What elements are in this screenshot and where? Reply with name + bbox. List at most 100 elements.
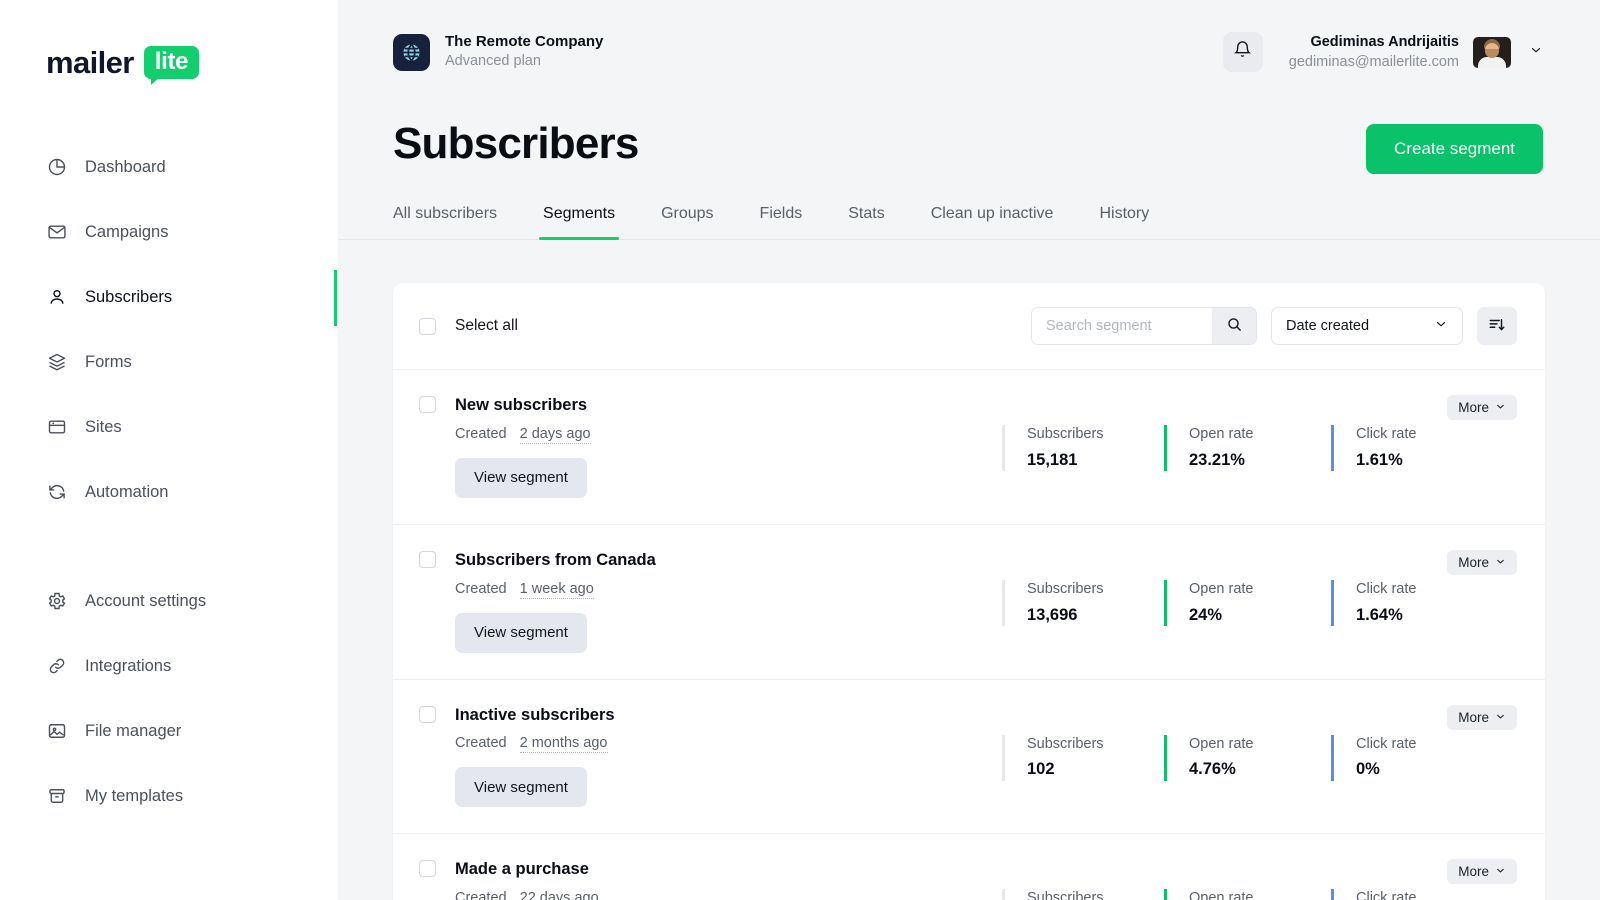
sidebar-item-my-templates[interactable]: My templates bbox=[0, 774, 337, 818]
segment-info: New subscribers Created 2 days ago View … bbox=[455, 396, 591, 498]
table-row: Inactive subscribers Created 2 months ag… bbox=[393, 679, 1545, 834]
envelope-icon bbox=[46, 221, 68, 243]
metric-click-rate: Click rate 1.64% bbox=[1331, 889, 1517, 900]
chevron-down-icon bbox=[1495, 555, 1506, 570]
more-label: More bbox=[1458, 555, 1489, 570]
row-checkbox[interactable] bbox=[419, 860, 436, 877]
more-button[interactable]: More bbox=[1447, 395, 1517, 420]
sidebar-item-label: Forms bbox=[85, 353, 132, 372]
layers-icon bbox=[46, 351, 68, 373]
created-label: Created bbox=[455, 735, 507, 751]
logo-badge-lite: lite bbox=[144, 46, 199, 79]
sidebar-item-label: Campaigns bbox=[85, 223, 168, 242]
metric-label: Subscribers bbox=[1027, 580, 1164, 599]
more-button[interactable]: More bbox=[1447, 859, 1517, 884]
segment-main: Inactive subscribers Created 2 months ag… bbox=[419, 703, 1002, 808]
segment-name: Subscribers from Canada bbox=[455, 551, 656, 571]
segment-created: Created 1 week ago bbox=[455, 581, 656, 597]
search-input[interactable] bbox=[1032, 308, 1212, 344]
metric-label: Click rate bbox=[1356, 889, 1517, 900]
user-icon bbox=[46, 286, 68, 308]
metric-value: 4.76% bbox=[1189, 759, 1331, 780]
select-all-control[interactable]: Select all bbox=[419, 317, 518, 335]
mailerlite-logo[interactable]: mailer lite bbox=[0, 0, 337, 79]
metric-value: 13,696 bbox=[1027, 605, 1164, 626]
chevron-down-icon bbox=[1495, 710, 1506, 725]
page-header: Subscribers Create segment bbox=[338, 104, 1600, 174]
topbar: The Remote Company Advanced plan Gedimin… bbox=[338, 0, 1600, 104]
organization-switcher[interactable]: The Remote Company Advanced plan bbox=[393, 32, 603, 72]
metric-value: 1.64% bbox=[1356, 605, 1517, 626]
notifications-button[interactable] bbox=[1223, 32, 1263, 72]
chevron-down-icon bbox=[1529, 43, 1543, 62]
sidebar-item-campaigns[interactable]: Campaigns bbox=[0, 210, 337, 254]
tab-segments[interactable]: Segments bbox=[543, 205, 615, 239]
tab-history[interactable]: History bbox=[1099, 205, 1149, 239]
create-segment-button[interactable]: Create segment bbox=[1366, 124, 1543, 174]
segment-main: Subscribers from Canada Created 1 week a… bbox=[419, 548, 1002, 653]
view-segment-button[interactable]: View segment bbox=[455, 613, 587, 653]
more-button[interactable]: More bbox=[1447, 705, 1517, 730]
metric-label: Subscribers bbox=[1027, 425, 1164, 444]
search-segment-box bbox=[1031, 307, 1257, 345]
sidebar-item-automation[interactable]: Automation bbox=[0, 470, 337, 514]
row-checkbox[interactable] bbox=[419, 706, 436, 723]
metric-label: Open rate bbox=[1189, 425, 1331, 444]
segment-created: Created 2 days ago bbox=[455, 426, 591, 442]
link-icon bbox=[46, 655, 68, 677]
created-label: Created bbox=[455, 890, 507, 900]
user-text: Gediminas Andrijaitis gediminas@mailerli… bbox=[1289, 32, 1459, 73]
metric-label: Open rate bbox=[1189, 580, 1331, 599]
sidebar-item-label: Sites bbox=[85, 418, 122, 437]
sidebar-item-forms[interactable]: Forms bbox=[0, 340, 337, 384]
metric-open-rate: Open rate 24% bbox=[1164, 889, 1331, 900]
segment-main: New subscribers Created 2 days ago View … bbox=[419, 393, 1002, 498]
sidebar-item-dashboard[interactable]: Dashboard bbox=[0, 145, 337, 189]
sidebar-item-label: File manager bbox=[85, 722, 181, 741]
tab-clean-up-inactive[interactable]: Clean up inactive bbox=[931, 205, 1054, 239]
select-all-label: Select all bbox=[455, 317, 518, 335]
metric-open-rate: Open rate 4.76% bbox=[1164, 735, 1331, 781]
chevron-down-icon bbox=[1434, 317, 1448, 335]
view-segment-button[interactable]: View segment bbox=[455, 458, 587, 498]
tab-stats[interactable]: Stats bbox=[848, 205, 884, 239]
sidebar-item-integrations[interactable]: Integrations bbox=[0, 644, 337, 688]
browser-window-icon bbox=[46, 416, 68, 438]
sidebar-item-subscribers[interactable]: Subscribers bbox=[0, 275, 337, 319]
sidebar: mailer lite Dashboard Campaigns bbox=[0, 0, 338, 900]
sidebar-item-file-manager[interactable]: File manager bbox=[0, 709, 337, 753]
page-title: Subscribers bbox=[393, 120, 639, 168]
created-label: Created bbox=[455, 426, 507, 442]
date-created-value: Date created bbox=[1286, 318, 1369, 334]
sort-descending-icon bbox=[1488, 316, 1506, 337]
segment-info: Subscribers from Canada Created 1 week a… bbox=[455, 551, 656, 653]
segment-info: Made a purchase Created 22 days ago View… bbox=[455, 860, 599, 900]
row-checkbox[interactable] bbox=[419, 396, 436, 413]
created-value: 2 months ago bbox=[520, 735, 608, 753]
tab-fields[interactable]: Fields bbox=[760, 205, 803, 239]
segment-metrics: Subscribers 102 Open rate 4.76% Click ra… bbox=[1002, 703, 1517, 781]
sidebar-item-sites[interactable]: Sites bbox=[0, 405, 337, 449]
metric-label: Click rate bbox=[1356, 735, 1517, 754]
more-button[interactable]: More bbox=[1447, 550, 1517, 575]
sidebar-item-label: My templates bbox=[85, 787, 183, 806]
main-content: The Remote Company Advanced plan Gedimin… bbox=[338, 0, 1600, 900]
user-name: Gediminas Andrijaitis bbox=[1289, 32, 1459, 52]
user-menu[interactable]: Gediminas Andrijaitis gediminas@mailerli… bbox=[1289, 32, 1543, 73]
sort-direction-button[interactable] bbox=[1477, 307, 1517, 345]
view-segment-button[interactable]: View segment bbox=[455, 767, 587, 807]
toolbar-controls: Date created bbox=[1031, 307, 1517, 345]
table-row: New subscribers Created 2 days ago View … bbox=[393, 369, 1545, 524]
select-all-checkbox[interactable] bbox=[419, 318, 436, 335]
tab-groups[interactable]: Groups bbox=[661, 205, 713, 239]
table-row: Made a purchase Created 22 days ago View… bbox=[393, 833, 1545, 900]
row-checkbox[interactable] bbox=[419, 551, 436, 568]
segments-card: Select all Date created bbox=[393, 283, 1545, 900]
tab-all-subscribers[interactable]: All subscribers bbox=[393, 205, 497, 239]
date-created-select[interactable]: Date created bbox=[1271, 307, 1463, 345]
user-email: gediminas@mailerlite.com bbox=[1289, 52, 1459, 72]
search-button[interactable] bbox=[1212, 308, 1256, 344]
sidebar-item-account-settings[interactable]: Account settings bbox=[0, 579, 337, 623]
tab-bar: All subscribers Segments Groups Fields S… bbox=[338, 205, 1600, 240]
sidebar-item-label: Integrations bbox=[85, 657, 171, 676]
